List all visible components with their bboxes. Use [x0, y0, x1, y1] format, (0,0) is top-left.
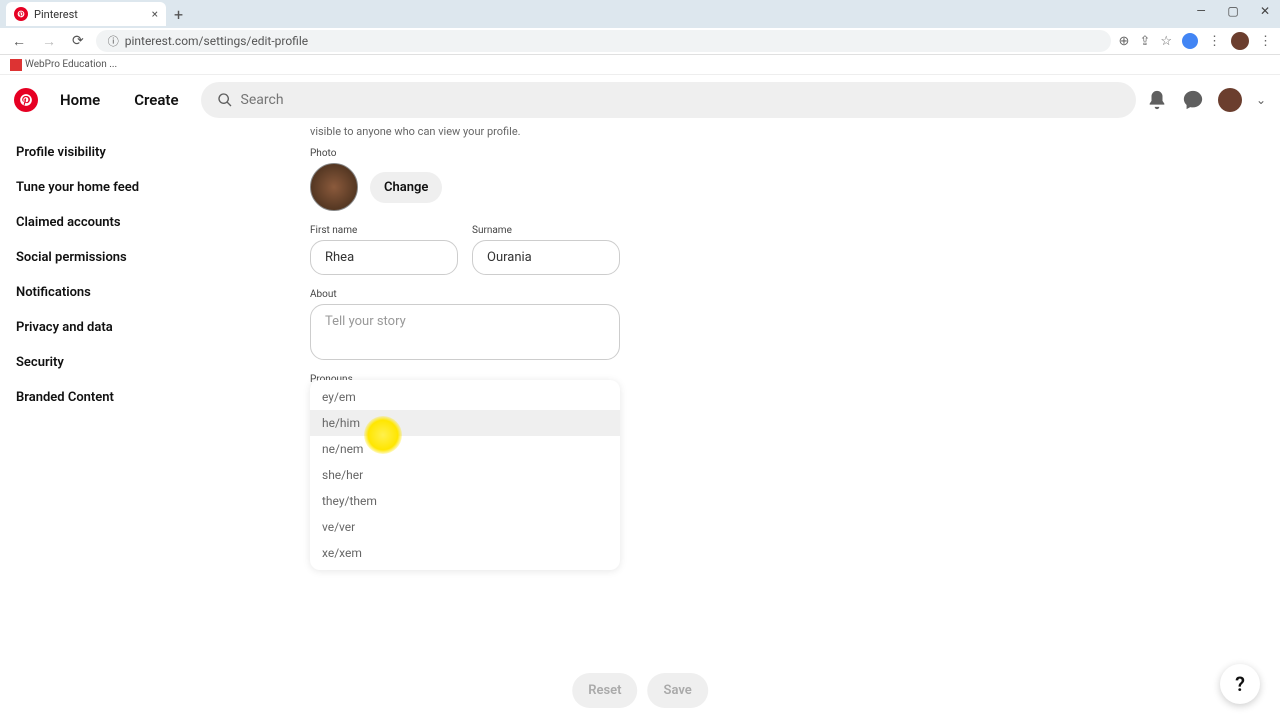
surname-label: Surname [472, 225, 620, 236]
about-label: About [310, 289, 1280, 300]
settings-sidebar: Profile visibility Tune your home feed C… [0, 125, 250, 720]
address-bar-row: ← → ⟳ ⓘ pinterest.com/settings/edit-prof… [0, 28, 1280, 55]
sidebar-item-profile-visibility[interactable]: Profile visibility [16, 135, 250, 170]
edit-profile-form: visible to anyone who can view your prof… [250, 125, 1280, 720]
search-icon [217, 92, 233, 108]
message-icon[interactable] [1182, 89, 1204, 111]
search-input[interactable] [241, 92, 1120, 108]
surname-input[interactable] [472, 240, 620, 275]
pronoun-option[interactable]: they/them [310, 488, 620, 514]
first-name-input[interactable] [310, 240, 458, 275]
sidebar-item-security[interactable]: Security [16, 345, 250, 380]
about-input[interactable] [310, 304, 620, 360]
bookmarks-bar: WebPro Education ... [0, 55, 1280, 75]
photo-label: Photo [310, 148, 1280, 159]
forward-button[interactable]: → [38, 31, 60, 52]
user-avatar[interactable] [1218, 88, 1242, 112]
bell-icon[interactable] [1146, 89, 1168, 111]
browser-tab[interactable]: Pinterest × [6, 2, 166, 26]
pronoun-option[interactable]: ne/nem [310, 436, 620, 462]
close-window-icon[interactable]: ✕ [1256, 4, 1274, 18]
search-bar[interactable] [201, 82, 1136, 118]
address-bar[interactable]: ⓘ pinterest.com/settings/edit-profile [96, 30, 1111, 52]
sidebar-item-social-permissions[interactable]: Social permissions [16, 240, 250, 275]
site-info-icon[interactable]: ⓘ [108, 33, 119, 49]
sidebar-item-claimed-accounts[interactable]: Claimed accounts [16, 205, 250, 240]
footer-buttons: Reset Save [572, 673, 708, 708]
toolbar-icons: ⊕ ⇪ ☆ ⋮ ⋮ [1119, 32, 1272, 50]
pinterest-header: Home Create ⌄ [0, 75, 1280, 125]
sidebar-item-tune-home-feed[interactable]: Tune your home feed [16, 170, 250, 205]
sidebar-item-branded-content[interactable]: Branded Content [16, 380, 250, 415]
url-text: pinterest.com/settings/edit-profile [125, 34, 308, 48]
pronoun-option[interactable]: ey/em [310, 384, 620, 410]
share-icon[interactable]: ⇪ [1139, 34, 1150, 49]
profile-photo[interactable] [310, 163, 358, 211]
bookmark-item[interactable]: WebPro Education ... [10, 59, 117, 71]
sidebar-item-privacy-data[interactable]: Privacy and data [16, 310, 250, 345]
change-photo-button[interactable]: Change [370, 172, 442, 203]
minimize-icon[interactable]: — [1192, 4, 1210, 18]
pronoun-option[interactable]: he/him [310, 410, 620, 436]
pronoun-option[interactable]: she/her [310, 462, 620, 488]
profile-description: visible to anyone who can view your prof… [310, 125, 1280, 138]
pinterest-favicon [14, 7, 28, 21]
pronoun-option[interactable]: xie/xem [310, 566, 620, 570]
tab-close-icon[interactable]: × [152, 7, 158, 21]
install-icon[interactable]: ⊕ [1119, 34, 1130, 49]
tab-title: Pinterest [34, 8, 146, 21]
sidebar-item-notifications[interactable]: Notifications [16, 275, 250, 310]
extensions-menu-icon[interactable]: ⋮ [1208, 34, 1221, 49]
back-button[interactable]: ← [8, 31, 30, 52]
main-content: Profile visibility Tune your home feed C… [0, 125, 1280, 720]
maximize-icon[interactable]: ▢ [1224, 4, 1242, 18]
bookmark-label: WebPro Education ... [25, 59, 117, 70]
extension-icon[interactable] [1182, 33, 1198, 49]
help-button[interactable]: ? [1220, 664, 1260, 704]
pinterest-logo[interactable] [14, 88, 38, 112]
bookmark-favicon [10, 59, 22, 71]
browser-menu-icon[interactable]: ⋮ [1259, 34, 1272, 49]
create-nav[interactable]: Create [122, 83, 190, 117]
chevron-down-icon[interactable]: ⌄ [1256, 93, 1266, 107]
window-controls: — ▢ ✕ [1192, 4, 1274, 18]
first-name-label: First name [310, 225, 458, 236]
new-tab-button[interactable]: + [166, 5, 191, 24]
pronoun-option[interactable]: ve/ver [310, 514, 620, 540]
home-nav[interactable]: Home [48, 83, 112, 117]
pronouns-dropdown: ey/em he/him ne/nem she/her they/them ve… [310, 380, 620, 570]
browser-chrome: Pinterest × + — ▢ ✕ ← → ⟳ ⓘ pinterest.co… [0, 0, 1280, 55]
pronoun-option[interactable]: xe/xem [310, 540, 620, 566]
reload-button[interactable]: ⟳ [68, 31, 88, 51]
tab-bar: Pinterest × + — ▢ ✕ [0, 0, 1280, 28]
header-icons: ⌄ [1146, 88, 1266, 112]
pronouns-dropdown-list[interactable]: ey/em he/him ne/nem she/her they/them ve… [310, 380, 620, 570]
bookmark-icon[interactable]: ☆ [1160, 34, 1172, 49]
save-button[interactable]: Save [648, 673, 708, 708]
reset-button[interactable]: Reset [572, 673, 637, 708]
profile-avatar-icon[interactable] [1231, 32, 1249, 50]
